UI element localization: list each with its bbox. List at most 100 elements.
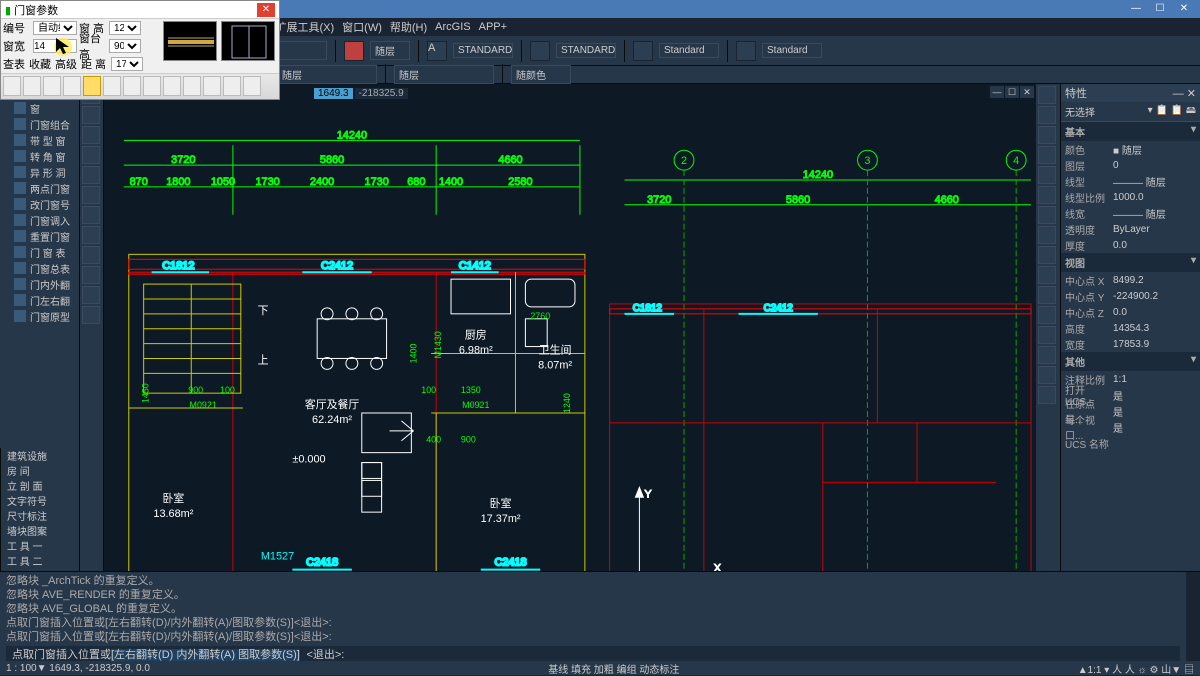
cat-wall[interactable]: 墙块图案	[1, 523, 64, 538]
tool-renumber[interactable]: 改门窗号	[10, 196, 79, 212]
tablestyle-dropdown[interactable]: Standard	[659, 43, 719, 58]
randcolor-drop[interactable]: 随颜色	[511, 65, 571, 84]
fillet-icon[interactable]	[1038, 246, 1056, 264]
preview-elev[interactable]	[221, 21, 275, 61]
draw-spline-icon[interactable]	[82, 206, 100, 224]
tool-schedule[interactable]: 门 窗 表	[10, 244, 79, 260]
tablestyle-icon[interactable]	[633, 41, 653, 61]
close-button[interactable]: ✕	[1172, 2, 1196, 16]
menu-window[interactable]: 窗口(W)	[342, 19, 382, 35]
scale-icon[interactable]	[1038, 166, 1056, 184]
prop-transparency[interactable]: ByLayer	[1113, 224, 1150, 235]
section-other[interactable]: 其他▾	[1061, 352, 1200, 371]
draw-rect-icon[interactable]	[82, 166, 100, 184]
extend-icon[interactable]	[1038, 206, 1056, 224]
mirror-icon[interactable]	[1038, 146, 1056, 164]
cat-dim[interactable]: 尺寸标注	[1, 508, 64, 523]
drawing-area[interactable]: 1649.3 -218325.9 — ☐ ✕ 2 3 4 14240 3720 …	[104, 84, 1036, 623]
prop-thickness[interactable]: 0.0	[1113, 240, 1127, 251]
tool-reset[interactable]: 重置门窗	[10, 228, 79, 244]
move-icon[interactable]	[1038, 86, 1056, 104]
dlg-btn-10[interactable]	[183, 76, 201, 96]
preview-plan[interactable]	[163, 21, 217, 61]
dlg-btn-4[interactable]	[63, 76, 81, 96]
prop-cy[interactable]: -224900.2	[1113, 291, 1158, 302]
dialog-close-button[interactable]: ✕	[257, 3, 275, 17]
color-button[interactable]	[344, 41, 364, 61]
status-toggles[interactable]: 基线 填充 加粗 编组 动态标注	[548, 661, 679, 676]
draw-arc-icon[interactable]	[82, 146, 100, 164]
menu-ext-tools[interactable]: 扩展工具(X)	[276, 19, 335, 35]
prop-linetype[interactable]: ——— 随层	[1113, 174, 1166, 189]
prop-cz[interactable]: 0.0	[1113, 307, 1127, 318]
dlg-btn-1[interactable]	[3, 76, 21, 96]
textstyle-dropdown[interactable]: STANDARD	[453, 43, 513, 58]
prop-lineweight[interactable]: ——— 随层	[1113, 206, 1166, 221]
tool-total-schedule[interactable]: 门窗总表	[10, 260, 79, 276]
prop-cx[interactable]: 8499.2	[1113, 275, 1144, 286]
tool-ribbon-window[interactable]: 带 型 窗	[10, 132, 79, 148]
style-icon[interactable]: A	[427, 41, 447, 61]
bylayer-dropdown[interactable]: 随层	[370, 41, 410, 60]
tool-flip-lr[interactable]: 门左右翻	[10, 292, 79, 308]
explode-icon[interactable]	[1038, 306, 1056, 324]
cat-tool2[interactable]: 工 具 二	[1, 553, 64, 568]
prop-ucsorigin[interactable]: 是	[1113, 404, 1123, 419]
prop-height[interactable]: 14354.3	[1113, 323, 1149, 334]
dlg-btn-5-active[interactable]	[83, 76, 101, 96]
width-input[interactable]	[33, 39, 77, 53]
dlg-btn-6[interactable]	[103, 76, 121, 96]
minimize-button[interactable]: —	[1124, 2, 1148, 16]
draw-block-icon[interactable]	[82, 266, 100, 284]
cmd-scrollbar[interactable]	[1186, 572, 1200, 661]
draw-point-icon[interactable]	[82, 246, 100, 264]
prop-close-icon[interactable]: — ✕	[1173, 87, 1196, 100]
copy-icon[interactable]	[1038, 106, 1056, 124]
offset-icon[interactable]	[1038, 226, 1056, 244]
number-select[interactable]: 自动编号	[33, 21, 77, 35]
cat-section[interactable]: 立 剖 面	[1, 478, 64, 493]
draw-ellipse-icon[interactable]	[82, 186, 100, 204]
tool-prototype[interactable]: 门窗原型	[10, 308, 79, 324]
dlg-btn-3[interactable]	[43, 76, 61, 96]
prop-width[interactable]: 17853.9	[1113, 339, 1149, 350]
table-link[interactable]: 查表	[3, 56, 27, 72]
draw-circle-icon[interactable]	[82, 126, 100, 144]
mlstyle-dropdown[interactable]: Standard	[762, 43, 822, 58]
draw-table-icon[interactable]	[82, 306, 100, 324]
dlg-btn-8[interactable]	[143, 76, 161, 96]
tool-adjust[interactable]: 门窗调入	[10, 212, 79, 228]
dlg-btn-11[interactable]	[203, 76, 221, 96]
dwg-max-icon[interactable]: ☐	[1005, 86, 1019, 98]
status-right[interactable]: ▲1:1 ▾ 人 人 ☼ ⚙ 山▼ ▤	[1078, 661, 1194, 676]
tool-two-point[interactable]: 两点门窗	[10, 180, 79, 196]
door-window-param-dialog[interactable]: ▮ 门窗参数 ✕ 编号 自动编号 窗 高 1200 窗宽 窗台高 900 查表 …	[0, 0, 280, 100]
adv-link[interactable]: 高级	[55, 56, 79, 72]
dlg-btn-9[interactable]	[163, 76, 181, 96]
chamfer-icon[interactable]	[1038, 386, 1056, 404]
prop-annoscale[interactable]: 1:1	[1113, 374, 1127, 385]
draw-text-icon[interactable]	[82, 286, 100, 304]
tool-opening[interactable]: 异 形 洞	[10, 164, 79, 180]
erase-icon[interactable]	[1038, 286, 1056, 304]
trim-icon[interactable]	[1038, 186, 1056, 204]
dwg-min-icon[interactable]: —	[990, 86, 1004, 98]
tool-window[interactable]: 窗	[10, 100, 79, 116]
dwg-close-icon[interactable]: ✕	[1020, 86, 1034, 98]
bylayer-drop3[interactable]: 随层	[394, 65, 494, 84]
prop-ltscale[interactable]: 1000.0	[1113, 192, 1144, 203]
break-icon[interactable]	[1038, 346, 1056, 364]
tool-combo[interactable]: 门窗组合	[10, 116, 79, 132]
rotate-icon[interactable]	[1038, 126, 1056, 144]
bylayer-drop2[interactable]: 随层	[277, 65, 377, 84]
dist-select[interactable]: 1730	[111, 57, 143, 71]
prop-selection[interactable]: 无选择	[1065, 104, 1095, 119]
dlg-btn-12[interactable]	[223, 76, 241, 96]
stretch-icon[interactable]	[1038, 326, 1056, 344]
draw-hatch-icon[interactable]	[82, 226, 100, 244]
prop-layer[interactable]: 0	[1113, 160, 1119, 171]
tool-corner-window[interactable]: 转 角 窗	[10, 148, 79, 164]
array-icon[interactable]	[1038, 266, 1056, 284]
height-select[interactable]: 1200	[109, 21, 141, 35]
section-view[interactable]: 视图▾	[1061, 253, 1200, 272]
